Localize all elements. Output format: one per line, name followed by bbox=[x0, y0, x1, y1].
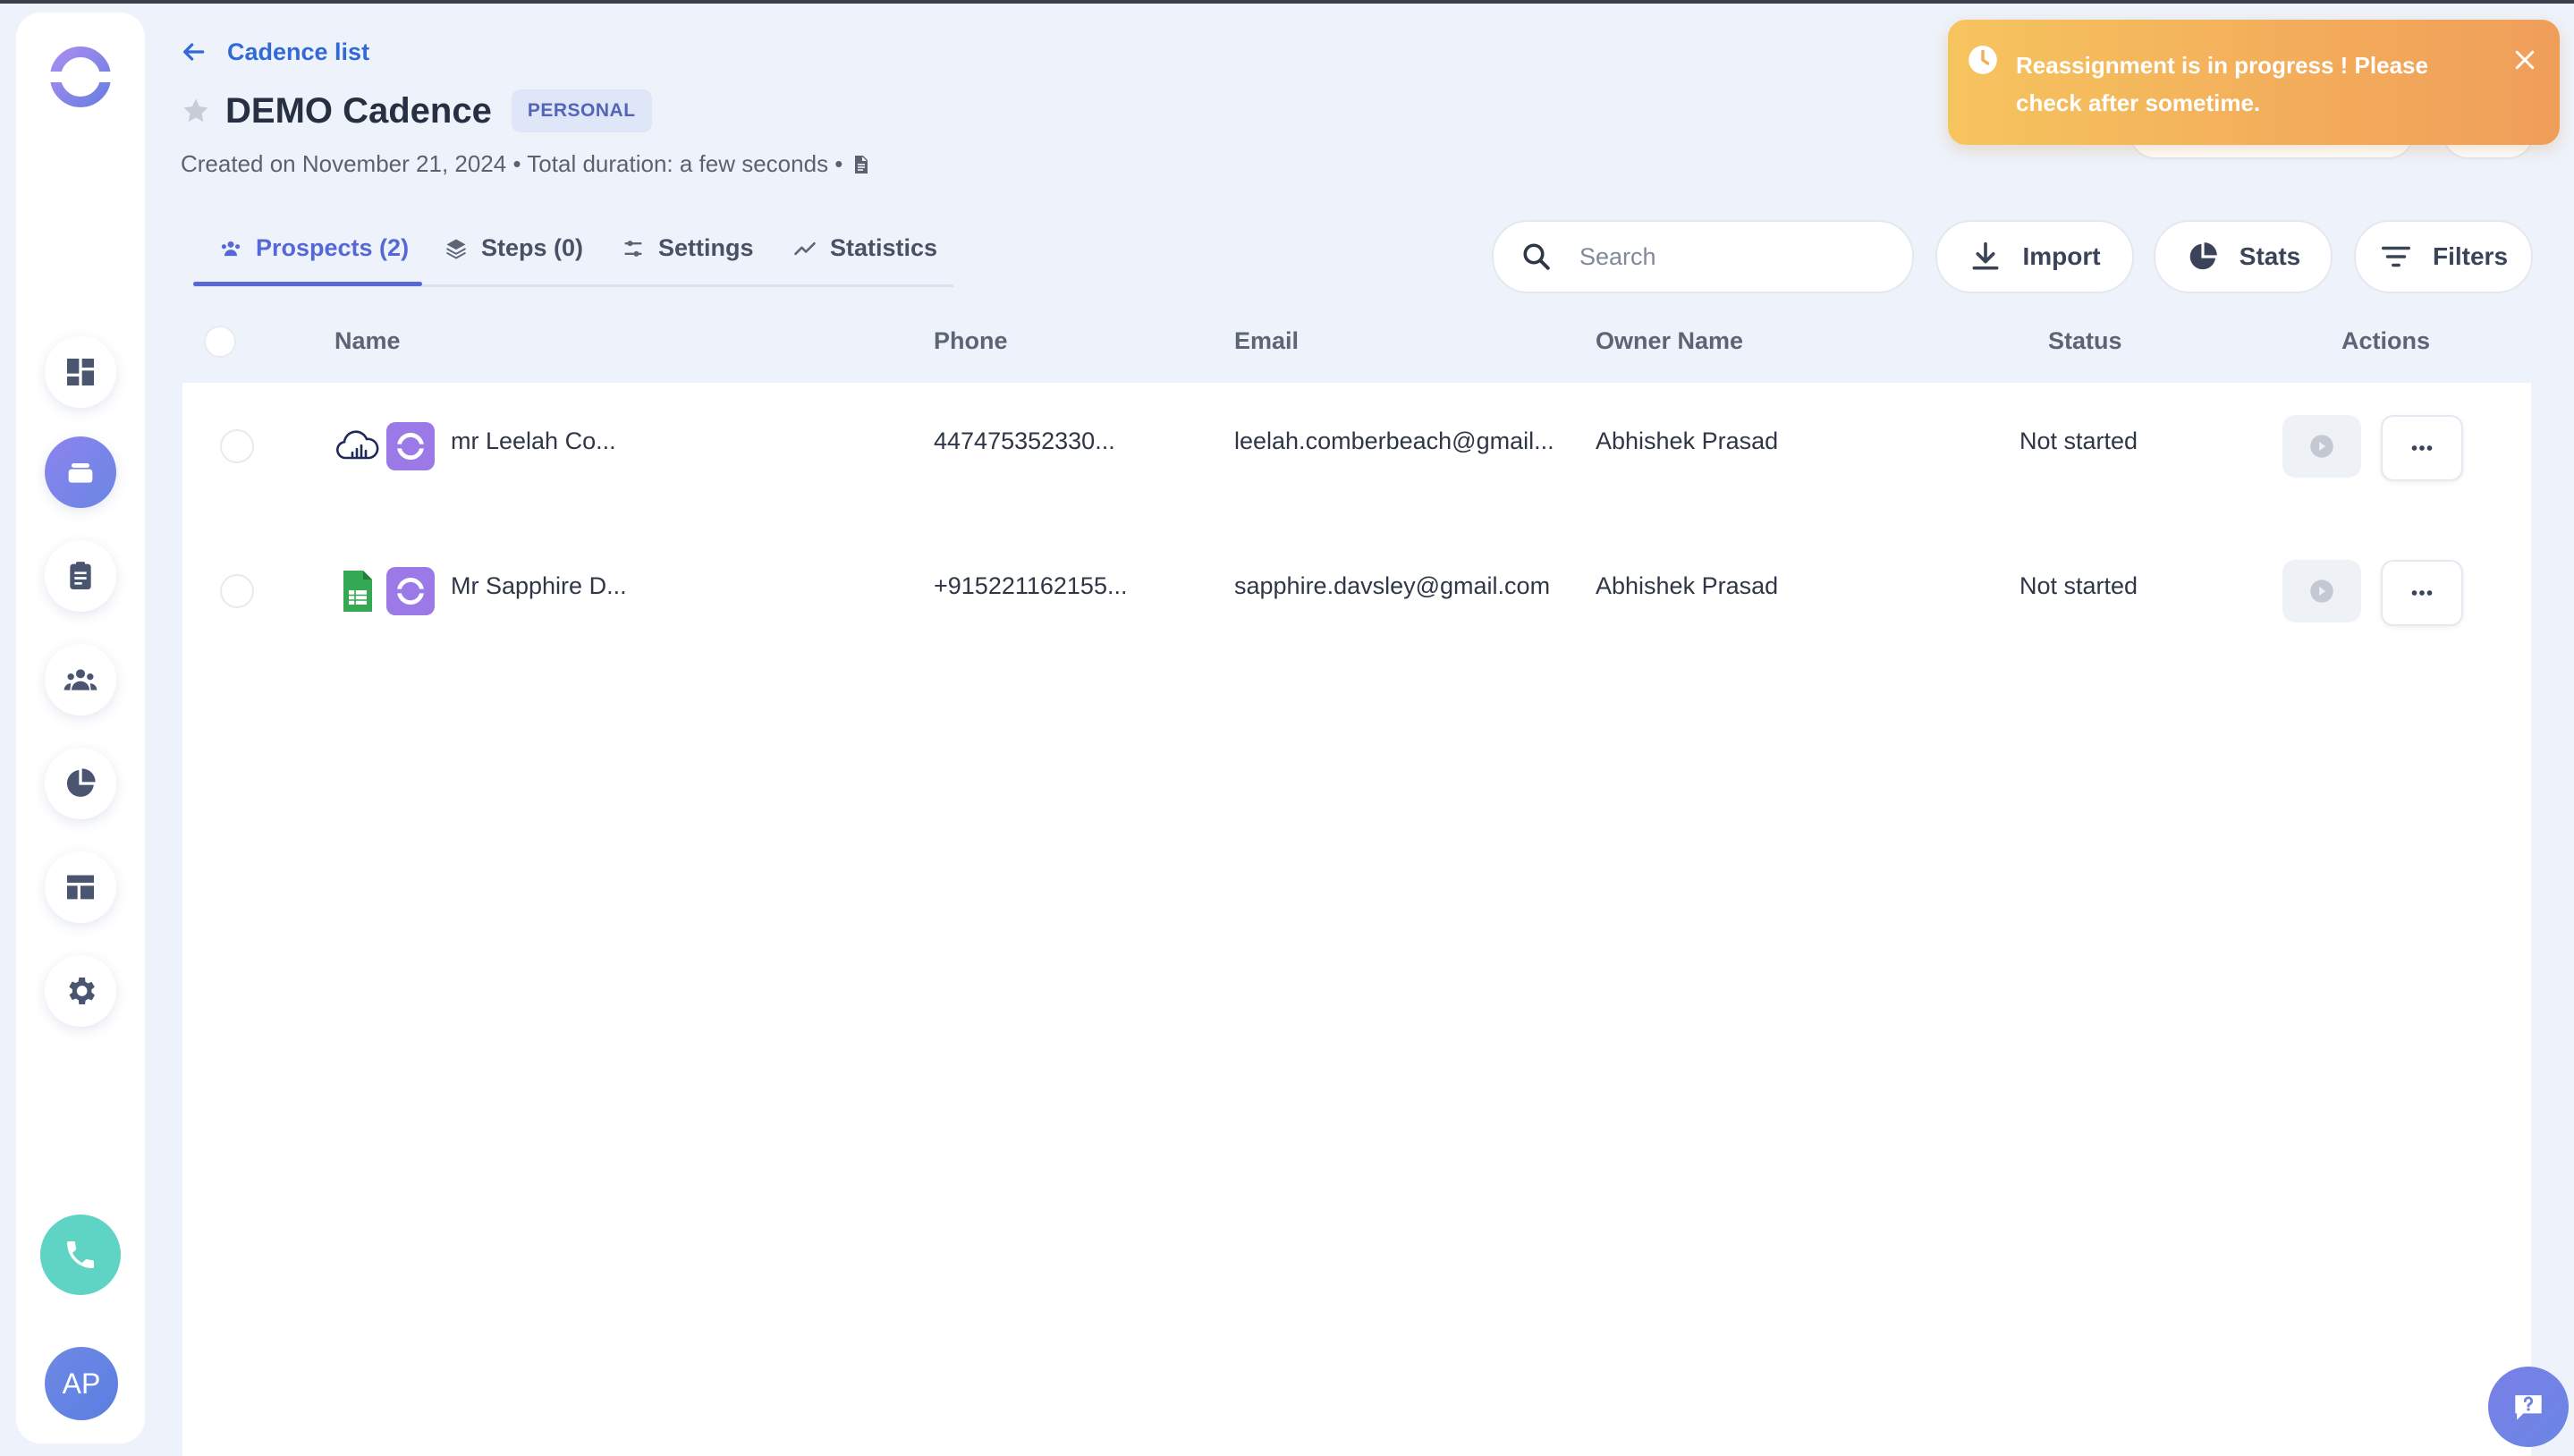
user-avatar[interactable]: AP bbox=[45, 1347, 118, 1420]
prospect-phone: +915221162155... bbox=[934, 572, 1128, 599]
play-icon bbox=[2310, 580, 2333, 603]
column-header-status[interactable]: Status bbox=[2048, 327, 2122, 355]
play-button[interactable] bbox=[2282, 560, 2361, 622]
app-logo[interactable] bbox=[48, 45, 113, 109]
prospect-owner: Abhishek Prasad bbox=[1596, 572, 1779, 599]
reports-icon bbox=[66, 768, 96, 797]
more-horizontal-icon bbox=[2411, 445, 2433, 451]
tab-prospects[interactable]: Prospects (2) bbox=[218, 234, 409, 284]
sidebar-item-settings[interactable] bbox=[45, 955, 116, 1027]
personal-badge: PERSONAL bbox=[511, 89, 652, 132]
prospects-table: mr Leelah Co... 447475352330... leelah.c… bbox=[182, 383, 2531, 1456]
cloud-signal-icon bbox=[336, 430, 379, 460]
close-icon[interactable] bbox=[2511, 47, 2538, 73]
spreadsheet-icon bbox=[343, 571, 372, 612]
app-logo-icon bbox=[386, 567, 435, 615]
window-top-border bbox=[0, 0, 2574, 4]
play-icon bbox=[2310, 435, 2333, 458]
tab-label: Prospects (2) bbox=[256, 234, 410, 261]
tab-settings[interactable]: Settings bbox=[621, 234, 754, 284]
row-checkbox[interactable] bbox=[220, 574, 254, 608]
tab-label: Steps (0) bbox=[481, 234, 584, 261]
trend-icon bbox=[794, 241, 816, 256]
page-title: DEMO Cadence bbox=[225, 90, 492, 131]
clock-icon bbox=[1969, 46, 1997, 74]
tab-steps[interactable]: Steps (0) bbox=[444, 234, 583, 284]
search-input[interactable] bbox=[1578, 241, 1885, 272]
stats-button[interactable]: Stats bbox=[2154, 220, 2333, 293]
tab-label: Statistics bbox=[830, 234, 938, 261]
table-header: Name Phone Email Owner Name Status Actio… bbox=[182, 317, 2531, 367]
prospect-status: Not started bbox=[2019, 427, 2138, 454]
prospect-owner: Abhishek Prasad bbox=[1596, 427, 1779, 454]
search-icon bbox=[1523, 243, 1550, 270]
templates-icon bbox=[67, 875, 94, 900]
sidebar-item-templates[interactable] bbox=[45, 851, 116, 923]
pie-chart-icon bbox=[2189, 242, 2217, 270]
cadence-icon bbox=[68, 463, 93, 483]
tab-label: Settings bbox=[658, 234, 754, 261]
prospect-email: leelah.comberbeach@gmail... bbox=[1234, 427, 1554, 454]
settings-icon bbox=[69, 978, 95, 1004]
phone-icon bbox=[67, 1241, 94, 1268]
prospect-email: sapphire.davsley@gmail.com bbox=[1234, 572, 1551, 599]
call-button[interactable] bbox=[40, 1215, 121, 1295]
table-row[interactable]: mr Leelah Co... 447475352330... leelah.c… bbox=[182, 383, 2531, 508]
filters-label: Filters bbox=[2432, 242, 2509, 270]
sidebar-item-tasks[interactable] bbox=[45, 540, 116, 612]
sliders-icon bbox=[624, 241, 642, 257]
select-all-checkbox[interactable] bbox=[204, 326, 236, 358]
search-box[interactable] bbox=[1492, 220, 1914, 293]
tasks-icon bbox=[70, 562, 91, 589]
sidebar-item-reports[interactable] bbox=[45, 748, 116, 819]
column-header-email[interactable]: Email bbox=[1234, 327, 1299, 355]
column-header-name[interactable]: Name bbox=[334, 327, 401, 355]
help-icon bbox=[2515, 1395, 2542, 1420]
column-header-actions: Actions bbox=[2341, 327, 2431, 354]
reassignment-toast: Reassignment is in progress ! Please che… bbox=[1948, 20, 2560, 145]
prospect-status: Not started bbox=[2019, 572, 2138, 599]
dashboard-icon bbox=[67, 359, 94, 385]
sidebar-item-people[interactable] bbox=[45, 644, 116, 715]
filter-icon bbox=[2381, 246, 2410, 267]
prospect-phone: 447475352330... bbox=[934, 427, 1115, 454]
title-row: DEMO Cadence PERSONAL bbox=[181, 89, 652, 132]
import-button[interactable]: Import bbox=[1935, 220, 2134, 293]
import-label: Import bbox=[2022, 242, 2101, 270]
star-icon[interactable] bbox=[181, 96, 211, 126]
sidebar-item-cadences[interactable] bbox=[45, 436, 116, 508]
toast-message: Reassignment is in progress ! Please che… bbox=[2016, 52, 2428, 116]
column-header-phone[interactable]: Phone bbox=[934, 327, 1008, 355]
prospect-name[interactable]: mr Leelah Co... bbox=[451, 427, 616, 455]
layers-icon bbox=[446, 239, 466, 259]
more-actions-button[interactable] bbox=[2381, 415, 2463, 481]
table-row[interactable]: Mr Sapphire D... +915221162155... sapphi… bbox=[182, 528, 2531, 653]
people-icon bbox=[221, 241, 241, 257]
breadcrumb[interactable]: Cadence list bbox=[179, 38, 369, 66]
arrow-left-icon bbox=[183, 43, 205, 61]
sidebar: AP bbox=[16, 13, 145, 1443]
prospect-name[interactable]: Mr Sapphire D... bbox=[451, 572, 627, 600]
cadence-meta: Created on November 21, 2024 • Total dur… bbox=[181, 150, 871, 178]
sidebar-item-dashboard[interactable] bbox=[45, 336, 116, 408]
column-header-owner[interactable]: Owner Name bbox=[1596, 327, 1743, 355]
filters-button[interactable]: Filters bbox=[2354, 220, 2533, 293]
document-icon[interactable] bbox=[850, 154, 871, 175]
stats-label: Stats bbox=[2239, 242, 2301, 270]
meta-text: Created on November 21, 2024 • Total dur… bbox=[181, 150, 843, 177]
more-horizontal-icon bbox=[2411, 590, 2433, 596]
active-tab-indicator bbox=[193, 282, 422, 286]
back-link-label[interactable]: Cadence list bbox=[227, 38, 369, 66]
row-checkbox[interactable] bbox=[220, 429, 254, 463]
download-icon bbox=[1972, 241, 1999, 270]
people-icon bbox=[64, 669, 97, 690]
tab-bar: Prospects (2) Steps (0) Settings Statist… bbox=[193, 234, 953, 287]
app-logo-icon bbox=[386, 422, 435, 470]
more-actions-button[interactable] bbox=[2381, 560, 2463, 626]
tab-statistics[interactable]: Statistics bbox=[792, 234, 937, 284]
play-button[interactable] bbox=[2282, 415, 2361, 478]
help-chat-button[interactable] bbox=[2488, 1367, 2569, 1447]
